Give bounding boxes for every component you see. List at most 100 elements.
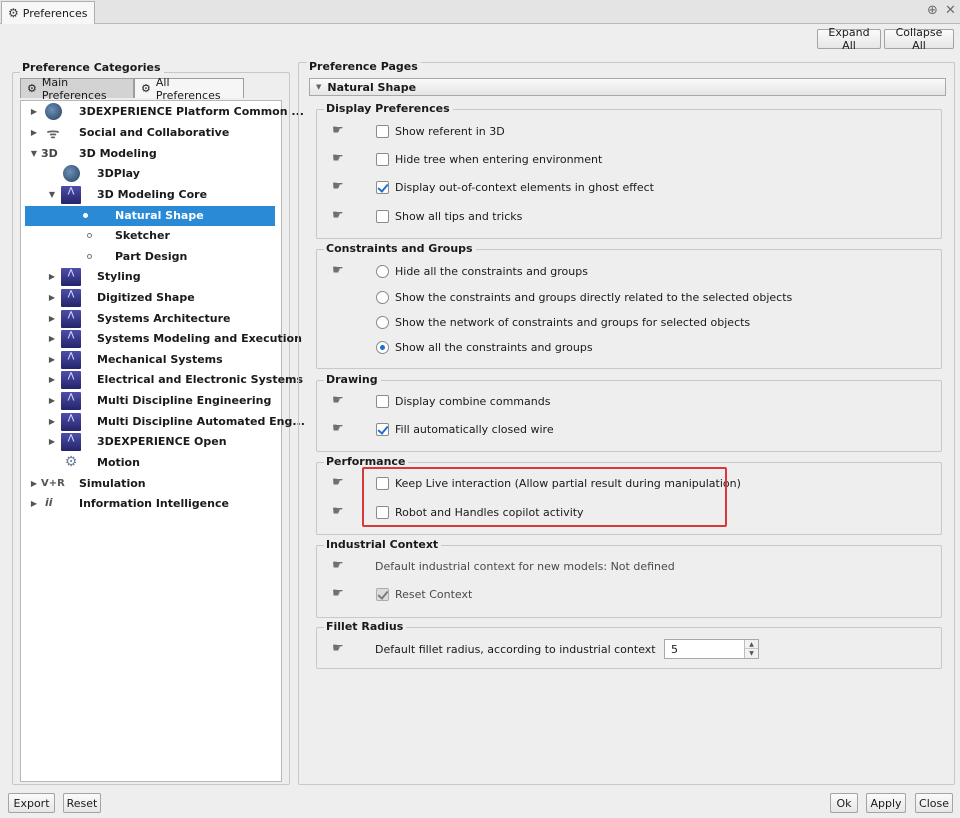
hand-lock-icon: ☛	[332, 558, 344, 573]
tree-item-mechanical-systems[interactable]: ▶ ⋀ Mechanical Systems	[21, 350, 281, 370]
expand-arrow-icon[interactable]: ▶	[47, 293, 57, 302]
tree-item-systems-modeling-execution[interactable]: ▶ ⋀ Systems Modeling and Execution	[21, 329, 302, 349]
tab-main-preferences[interactable]: ⚙ Main Preferences	[20, 76, 134, 102]
ghost-effect-checkbox[interactable]	[376, 181, 389, 194]
tree-item-multi-discipline-engineering[interactable]: ▶ ⋀ Multi Discipline Engineering	[21, 391, 281, 411]
reset-button[interactable]: Reset	[63, 793, 101, 813]
gear-icon: ⚙	[8, 6, 19, 20]
hand-lock-icon: ☛	[332, 179, 344, 194]
globe-icon	[61, 165, 81, 183]
tab-all-preferences[interactable]: ⚙ All Preferences	[134, 76, 244, 102]
tree-item-label: Simulation	[79, 477, 146, 490]
tree-item-information-intelligence[interactable]: ▶ ii Information Intelligence	[21, 494, 281, 514]
cube-icon: ⋀	[61, 351, 81, 369]
expand-arrow-icon[interactable]: ▶	[47, 314, 57, 323]
chevron-down-icon[interactable]: ▼	[316, 83, 321, 91]
expand-arrow-icon[interactable]: ▶	[47, 375, 57, 384]
tree-item-label: Digitized Shape	[97, 291, 195, 304]
tree-item-label: Multi Discipline Automated Eng...	[97, 415, 305, 428]
tree-item-multi-discipline-automated[interactable]: ▶ ⋀ Multi Discipline Automated Eng...	[21, 412, 305, 432]
tree-item-digitized-shape[interactable]: ▶ ⋀ Digitized Shape	[21, 288, 281, 308]
tab-label: All Preferences	[155, 75, 221, 102]
show-network-constraints-label: Show the network of constraints and grou…	[395, 316, 751, 329]
tree-item-simulation[interactable]: ▶ V+R Simulation	[21, 474, 281, 494]
apply-button[interactable]: Apply	[866, 793, 906, 813]
collapse-arrow-icon[interactable]: ▼	[29, 149, 39, 158]
dot-icon	[87, 233, 92, 238]
tree-item-natural-shape[interactable]: Natural Shape	[25, 206, 275, 226]
cube-icon: ⋀	[61, 433, 81, 451]
tree-item-label: Mechanical Systems	[97, 353, 223, 366]
gear-icon: ⚙	[27, 82, 37, 95]
tree-item-3dexperience-open[interactable]: ▶ ⋀ 3DEXPERIENCE Open	[21, 432, 281, 452]
display-preferences-title: Display Preferences	[324, 102, 453, 115]
tree-item-platform-common[interactable]: ▶ 3DEXPERIENCE Platform Common ...	[21, 102, 304, 122]
tree-item-label: Natural Shape	[115, 209, 204, 222]
tree-item-label: Part Design	[115, 250, 188, 263]
natural-shape-section-header[interactable]: ▼ Natural Shape	[309, 78, 946, 96]
window-tab[interactable]: ⚙ Preferences	[1, 1, 96, 24]
expand-arrow-icon[interactable]: ▶	[47, 272, 57, 281]
tips-tricks-label: Show all tips and tricks	[395, 210, 523, 223]
expand-arrow-icon[interactable]: ▶	[29, 107, 39, 116]
expand-arrow-icon[interactable]: ▶	[47, 437, 57, 446]
expand-arrow-icon[interactable]: ▶	[47, 334, 57, 343]
tree-item-social-collaborative[interactable]: ▶ ᯤ Social and Collaborative	[21, 123, 281, 143]
tree-item-3d-modeling[interactable]: ▼ 3D 3D Modeling	[21, 144, 281, 164]
expand-arrow-icon[interactable]: ▶	[47, 417, 57, 426]
tree-item-systems-architecture[interactable]: ▶ ⋀ Systems Architecture	[21, 309, 281, 329]
tips-tricks-checkbox[interactable]	[376, 210, 389, 223]
tree-item-label: 3D Modeling	[79, 147, 157, 160]
show-related-constraints-radio[interactable]	[376, 291, 389, 304]
tree-item-label: 3DPlay	[97, 167, 140, 180]
industrial-context-group	[316, 545, 942, 618]
expand-arrow-icon[interactable]: ▶	[29, 128, 39, 137]
show-all-constraints-radio[interactable]	[376, 341, 389, 354]
fill-closed-wire-label: Fill automatically closed wire	[395, 423, 554, 436]
spin-down-icon[interactable]: ▼	[745, 649, 758, 658]
tab-label: Main Preferences	[41, 75, 107, 102]
reset-context-checkbox[interactable]	[376, 588, 389, 601]
tree-item-sketcher[interactable]: Sketcher	[21, 226, 281, 246]
hand-lock-icon: ☛	[332, 504, 344, 519]
hand-lock-icon: ☛	[332, 208, 344, 223]
tree-item-3d-modeling-core[interactable]: ▼ ⋀ 3D Modeling Core	[21, 185, 281, 205]
expand-arrow-icon[interactable]: ▶	[29, 499, 39, 508]
dot-icon	[83, 213, 88, 218]
hide-constraints-radio[interactable]	[376, 265, 389, 278]
collapse-all-button[interactable]: Collapse All	[884, 26, 954, 52]
spin-up-icon[interactable]: ▲	[745, 640, 758, 649]
tree-item-label: Multi Discipline Engineering	[97, 394, 272, 407]
highlight-box	[362, 467, 727, 527]
fill-closed-wire-checkbox[interactable]	[376, 423, 389, 436]
tree-item-part-design[interactable]: Part Design	[21, 247, 281, 267]
close-button[interactable]: Close	[915, 793, 953, 813]
expand-arrow-icon[interactable]: ▶	[47, 355, 57, 364]
fillet-radius-spinbox[interactable]: 5 ▲ ▼	[664, 639, 759, 659]
hide-tree-checkbox[interactable]	[376, 153, 389, 166]
expand-arrow-icon[interactable]: ▶	[47, 396, 57, 405]
show-all-constraints-label: Show all the constraints and groups	[395, 341, 593, 354]
close-icon[interactable]: ✕	[945, 3, 956, 18]
show-referent-checkbox[interactable]	[376, 125, 389, 138]
pin-icon[interactable]: ⊕	[927, 3, 938, 18]
ok-button[interactable]: Ok	[830, 793, 858, 813]
tree-item-motion[interactable]: ⚙ Motion	[21, 453, 281, 473]
fillet-radius-value[interactable]: 5	[671, 643, 678, 656]
tree-item-styling[interactable]: ▶ ⋀ Styling	[21, 267, 281, 287]
show-referent-label: Show referent in 3D	[395, 125, 505, 138]
hand-lock-icon: ☛	[332, 123, 344, 138]
tree-item-label: Sketcher	[115, 229, 170, 242]
show-network-constraints-radio[interactable]	[376, 316, 389, 329]
tree-item-electrical-electronic[interactable]: ▶ ⋀ Electrical and Electronic Systems	[21, 370, 303, 390]
expand-all-button[interactable]: Expand All	[817, 26, 881, 52]
expand-arrow-icon[interactable]: ▶	[29, 479, 39, 488]
export-button[interactable]: Export	[8, 793, 55, 813]
combine-commands-checkbox[interactable]	[376, 395, 389, 408]
tree-item-3dplay[interactable]: 3DPlay	[21, 164, 281, 184]
hand-lock-icon: ☛	[332, 586, 344, 601]
tree-item-label: Systems Architecture	[97, 312, 231, 325]
tree-item-label: 3DEXPERIENCE Platform Common ...	[79, 105, 304, 118]
collapse-arrow-icon[interactable]: ▼	[47, 190, 57, 199]
cube-icon: ⋀	[61, 268, 81, 286]
